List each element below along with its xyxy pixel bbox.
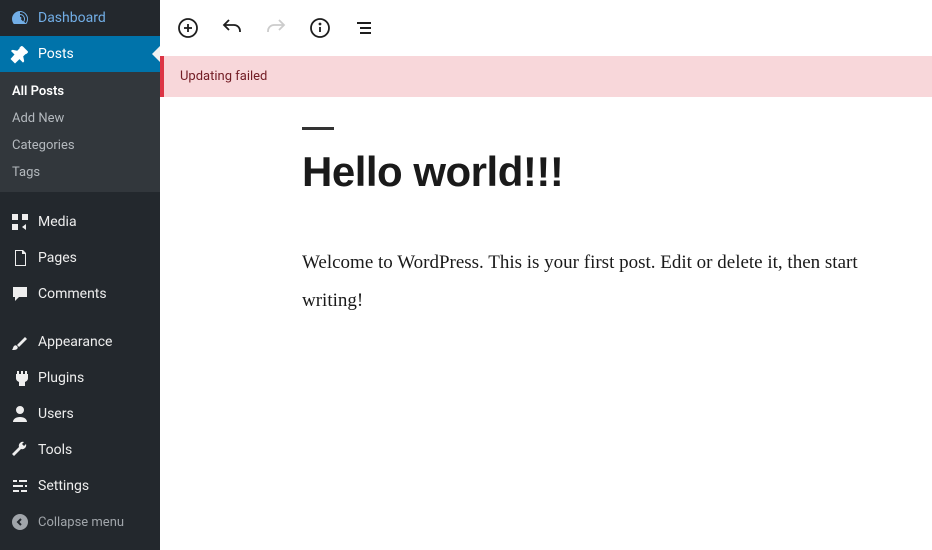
sidebar-item-label: Dashboard bbox=[38, 10, 106, 26]
wrench-icon bbox=[10, 440, 30, 460]
plug-icon bbox=[10, 368, 30, 388]
media-icon bbox=[10, 212, 30, 232]
sidebar-item-media[interactable]: Media bbox=[0, 204, 160, 240]
sidebar-item-comments[interactable]: Comments bbox=[0, 276, 160, 312]
sidebar-item-label: Posts bbox=[38, 46, 74, 62]
sidebar-item-tools[interactable]: Tools bbox=[0, 432, 160, 468]
outline-button[interactable] bbox=[352, 16, 376, 40]
sidebar-item-posts[interactable]: Posts bbox=[0, 36, 160, 72]
sidebar-item-pages[interactable]: Pages bbox=[0, 240, 160, 276]
posts-submenu: All Posts Add New Categories Tags bbox=[0, 72, 160, 192]
sidebar-item-label: Appearance bbox=[38, 334, 112, 350]
collapse-label: Collapse menu bbox=[38, 515, 124, 530]
undo-button[interactable] bbox=[220, 16, 244, 40]
user-icon bbox=[10, 404, 30, 424]
editor-toolbar bbox=[160, 0, 932, 56]
post-title[interactable]: Hello world!!! bbox=[302, 148, 882, 196]
sidebar-item-label: Comments bbox=[38, 286, 107, 302]
collapse-menu[interactable]: Collapse menu bbox=[0, 504, 160, 540]
sidebar-item-appearance[interactable]: Appearance bbox=[0, 324, 160, 360]
dashboard-icon bbox=[10, 8, 30, 28]
sliders-icon bbox=[10, 476, 30, 496]
sidebar-item-dashboard[interactable]: Dashboard bbox=[0, 0, 160, 36]
sidebar-item-label: Users bbox=[38, 406, 74, 422]
sidebar-item-plugins[interactable]: Plugins bbox=[0, 360, 160, 396]
sidebar-item-label: Tools bbox=[38, 442, 72, 458]
sidebar-item-settings[interactable]: Settings bbox=[0, 468, 160, 504]
pages-icon bbox=[10, 248, 30, 268]
sidebar-item-label: Plugins bbox=[38, 370, 84, 386]
submenu-add-new[interactable]: Add New bbox=[0, 105, 160, 132]
sidebar-item-label: Media bbox=[38, 214, 77, 230]
sidebar-item-users[interactable]: Users bbox=[0, 396, 160, 432]
submenu-tags[interactable]: Tags bbox=[0, 159, 160, 186]
error-notice: Updating failed bbox=[160, 56, 932, 97]
brush-icon bbox=[10, 332, 30, 352]
post-editor[interactable]: Hello world!!! Welcome to WordPress. Thi… bbox=[302, 97, 882, 320]
pin-icon bbox=[10, 44, 30, 64]
add-block-button[interactable] bbox=[176, 16, 200, 40]
sidebar-item-label: Settings bbox=[38, 478, 89, 494]
redo-button bbox=[264, 16, 288, 40]
submenu-categories[interactable]: Categories bbox=[0, 132, 160, 159]
collapse-icon bbox=[10, 512, 30, 532]
title-accent bbox=[302, 127, 334, 130]
editor-main: Updating failed Hello world!!! Welcome t… bbox=[160, 0, 932, 550]
admin-sidebar: Dashboard Posts All Posts Add New Catego… bbox=[0, 0, 160, 550]
notice-text: Updating failed bbox=[180, 69, 267, 84]
comments-icon bbox=[10, 284, 30, 304]
info-button[interactable] bbox=[308, 16, 332, 40]
sidebar-item-label: Pages bbox=[38, 250, 77, 266]
post-content[interactable]: Welcome to WordPress. This is your first… bbox=[302, 244, 882, 320]
submenu-all-posts[interactable]: All Posts bbox=[0, 78, 160, 105]
